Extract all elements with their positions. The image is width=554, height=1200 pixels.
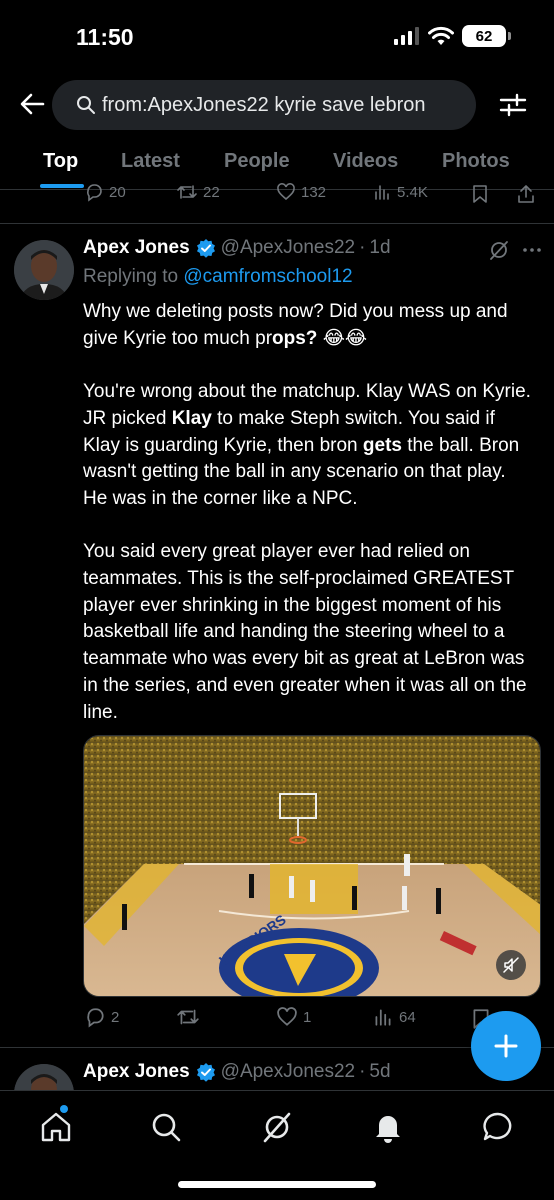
views-icon [375, 185, 389, 200]
post-video[interactable]: WARRIORS [83, 735, 541, 997]
views-button[interactable]: 5.4K [372, 182, 428, 202]
status-icons: 62 [394, 25, 511, 47]
post-header: Apex Jones @ApexJones22 · 1d [83, 237, 391, 259]
display-name[interactable]: Apex Jones [83, 237, 190, 259]
separator-dot: · [359, 237, 366, 258]
back-arrow-icon[interactable] [18, 90, 46, 118]
post-time[interactable]: 1d [369, 237, 390, 259]
handle[interactable]: @ApexJones22 [221, 237, 355, 259]
share-icon[interactable] [516, 184, 536, 204]
reply-count: 20 [109, 183, 126, 201]
display-name[interactable]: Apex Jones [83, 1061, 190, 1083]
previous-post-actions: 20 22 132 5.4K [0, 182, 554, 212]
tab-photos[interactable]: Photos [442, 150, 510, 173]
tab-top[interactable]: Top [43, 150, 78, 173]
grok-icon[interactable] [488, 239, 510, 261]
notification-dot [60, 1105, 68, 1113]
post-text-bold: Klay [171, 407, 212, 429]
messages-icon[interactable] [480, 1109, 516, 1145]
bookmark-icon[interactable] [470, 184, 490, 204]
views-button[interactable]: 64 [372, 1006, 416, 1028]
reply-icon [87, 184, 102, 202]
post-divider [0, 223, 554, 224]
like-button[interactable]: 132 [276, 182, 326, 202]
post-text: Why we deleting posts now? Did you mess … [83, 299, 533, 726]
muted-speaker-icon [503, 957, 519, 973]
reply-button[interactable]: 20 [84, 182, 126, 202]
home-icon[interactable] [38, 1109, 74, 1145]
reply-count: 2 [111, 1008, 120, 1026]
status-bar: 11:50 62 [0, 0, 554, 74]
compose-button[interactable] [471, 1011, 541, 1081]
post-text-bold: ops? [272, 327, 318, 349]
post-paragraph-2: You're wrong about the matchup. Klay WAS… [83, 379, 533, 513]
search-input[interactable]: from:ApexJones22 kyrie save lebron [52, 80, 476, 130]
views-icon [375, 1009, 391, 1026]
tab-people[interactable]: People [224, 150, 290, 173]
battery-indicator: 62 [462, 25, 511, 47]
heart-icon [277, 183, 295, 201]
status-time: 11:50 [76, 24, 134, 50]
post-time[interactable]: 5d [369, 1061, 390, 1083]
reply-icon [87, 1008, 104, 1028]
notifications-bell-icon[interactable] [370, 1109, 406, 1145]
more-options-icon[interactable] [521, 239, 543, 261]
post-text-bold: gets [362, 434, 402, 456]
repost-button[interactable] [176, 1006, 205, 1028]
views-count: 64 [399, 1008, 416, 1026]
grok-icon[interactable] [259, 1109, 295, 1145]
tab-latest[interactable]: Latest [121, 150, 180, 173]
replying-to-mention[interactable]: @camfromschool12 [183, 266, 352, 287]
views-count: 5.4K [397, 183, 428, 201]
repost-count: 22 [203, 183, 220, 201]
verified-badge-icon [196, 239, 215, 258]
avatar[interactable] [14, 240, 74, 300]
search-query-text: from:ApexJones22 kyrie save lebron [102, 93, 426, 116]
search-icon[interactable] [148, 1109, 184, 1145]
repost-button[interactable]: 22 [176, 182, 220, 202]
separator-dot: · [359, 1061, 366, 1082]
video-thumbnail: WARRIORS [84, 736, 540, 996]
emoji: 😂😂 [317, 327, 368, 349]
verified-badge-icon [196, 1063, 215, 1082]
reply-button[interactable]: 2 [84, 1006, 119, 1028]
search-filter-icon[interactable] [498, 90, 528, 120]
like-count: 132 [301, 183, 327, 201]
replying-to-prefix: Replying to [83, 266, 184, 287]
like-button[interactable]: 1 [276, 1006, 311, 1028]
plus-icon [494, 1034, 518, 1058]
avatar-image [14, 240, 74, 300]
post-header: Apex Jones @ApexJones22 · 5d [83, 1061, 391, 1083]
handle[interactable]: @ApexJones22 [221, 1061, 355, 1083]
repost-icon [177, 1009, 199, 1025]
post-actions: 2 1 64 [0, 1006, 554, 1036]
search-header: from:ApexJones22 kyrie save lebron [0, 80, 554, 132]
post-paragraph-1: Why we deleting posts now? Did you mess … [83, 299, 533, 352]
wifi-icon [428, 26, 454, 45]
like-count: 1 [303, 1008, 312, 1026]
repost-icon [177, 185, 197, 199]
post-paragraph-3: You said every great player ever had rel… [83, 541, 527, 723]
signal-icon [394, 27, 419, 45]
search-icon [77, 96, 95, 114]
replying-to: Replying to @camfromschool12 [83, 266, 353, 288]
mute-button[interactable] [496, 950, 526, 980]
home-indicator [178, 1181, 376, 1188]
heart-icon [277, 1007, 297, 1026]
tab-videos[interactable]: Videos [333, 150, 398, 173]
